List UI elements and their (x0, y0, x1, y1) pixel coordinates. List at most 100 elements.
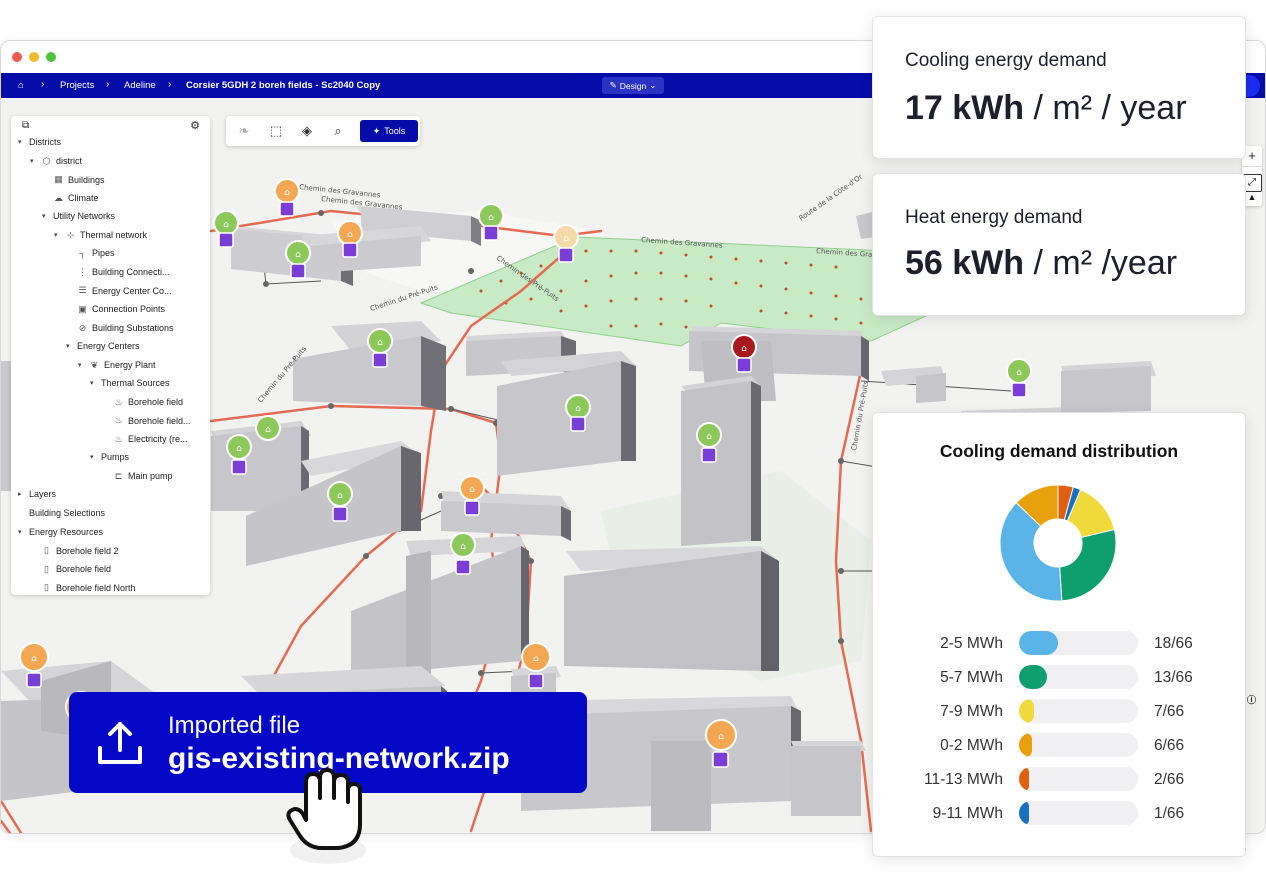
chevron-down-icon[interactable]: ▾ (78, 361, 85, 369)
chevron-down-icon[interactable]: ▾ (90, 453, 97, 461)
search-icon[interactable]: ⌕ (329, 122, 347, 140)
svg-text:⌂: ⌂ (533, 654, 539, 664)
tree-item[interactable]: ▣ Connection Points (66, 304, 165, 315)
chevron-down-icon[interactable]: ▾ (54, 231, 61, 239)
distribution-category-label: 9-11 MWh (932, 805, 1003, 822)
tree-item-icon: ⊏ (114, 470, 123, 481)
wrench-icon: ✦ (372, 125, 381, 136)
tree-item-label: Building Selections (29, 508, 106, 518)
tree-item[interactable]: ♨ Electricity (re... (102, 434, 188, 445)
design-mode-dropdown[interactable]: ✎ Design ⌄ (602, 77, 664, 94)
chevron-down-icon[interactable]: ▾ (30, 157, 37, 165)
tree-item[interactable]: ☰ Energy Center Co... (66, 285, 171, 296)
layers-icon[interactable]: ◈ (298, 122, 316, 140)
tree-item[interactable]: ▯ Borehole field 2 (30, 545, 119, 556)
svg-text:⌂: ⌂ (337, 491, 343, 501)
tree-item[interactable]: ▸ Layers (18, 489, 56, 499)
tree-item-label: Utility Networks (53, 211, 116, 222)
distribution-bar-track (1019, 665, 1138, 689)
chevron-down-icon[interactable]: ▾ (18, 138, 25, 146)
maximize-window-icon[interactable] (46, 52, 56, 62)
minimize-window-icon[interactable] (29, 52, 39, 62)
distribution-row: 2-5 MWh 18/66 (873, 631, 1245, 655)
chevron-right-icon[interactable]: ▸ (18, 490, 25, 498)
tree-item[interactable]: ▾ Pumps (90, 452, 129, 462)
distribution-count: 13/66 (1154, 669, 1193, 686)
tree-item-icon: ⬡ (42, 155, 51, 166)
tree-item-icon: ❦ (90, 359, 99, 370)
close-window-icon[interactable] (12, 52, 22, 62)
tree-item-label: Thermal network (80, 230, 148, 241)
donut-chart (999, 484, 1117, 602)
select-area-icon[interactable]: ⬚ (267, 122, 285, 140)
import-label: Imported file (168, 712, 301, 739)
chevron-down-icon[interactable]: ▾ (42, 212, 49, 220)
tree-item[interactable]: ▾ Thermal Sources (90, 378, 170, 388)
page-title: Corsier 5GDH 2 boreh fields - Sc2040 Cop… (186, 80, 381, 91)
tree-item[interactable]: ▦ Buildings (42, 174, 105, 185)
tree-item[interactable]: ♨ Borehole field... (102, 415, 190, 426)
tools-button[interactable]: ✦ Tools (360, 120, 418, 142)
tree-item-label: Buildings (68, 174, 105, 185)
distribution-category-label: 2-5 MWh (940, 635, 1003, 652)
distribution-bar (1019, 699, 1035, 723)
tree-item[interactable]: ▾ ❦ Energy Plant (78, 360, 156, 371)
home-icon[interactable]: ⌂ (18, 80, 24, 91)
tree-item[interactable]: ▾ Energy Centers (66, 341, 140, 351)
chevron-down-icon[interactable]: ▾ (90, 379, 97, 387)
map-toolbar: ❧ ⬚ ◈ ⌕ ✦ Tools (226, 116, 420, 146)
map-side-controls: ⓘ (1244, 680, 1264, 830)
svg-text:⌂: ⌂ (284, 188, 290, 198)
tree-item-label: Energy Centers (77, 341, 140, 352)
tree-item[interactable]: ⋮ Building Connecti... (66, 267, 170, 278)
svg-text:⌂: ⌂ (575, 404, 581, 414)
tree-item[interactable]: ▾ ⬡ district (30, 156, 82, 167)
tree-item-label: Main pump (128, 471, 173, 482)
cooling-energy-label: Cooling energy demand (905, 50, 1107, 71)
svg-text:⌂: ⌂ (347, 230, 353, 240)
tree-item-label: Thermal Sources (101, 378, 170, 389)
tree-item[interactable]: ▯ Borehole field North (30, 582, 136, 593)
distribution-bar (1019, 801, 1029, 825)
svg-text:⌂: ⌂ (706, 432, 712, 442)
tree-item-label: Energy Plant (104, 360, 156, 371)
tree-item-label: Borehole field (128, 397, 184, 408)
layers-tree-panel: ⧉ ⚙ ▾ Districts ▾ ⬡ district ▦ Buildings ☁ Clima… (11, 116, 210, 595)
svg-text:⌂: ⌂ (377, 338, 383, 348)
breadcrumb-projects[interactable]: Projects (60, 80, 94, 91)
gear-icon[interactable]: ⚙ (190, 119, 200, 132)
svg-text:⌂: ⌂ (1016, 368, 1022, 378)
tree-item[interactable]: ▯ Borehole field (30, 564, 111, 575)
tools-label: Tools (384, 126, 406, 136)
pencil-icon: ✎ (609, 80, 617, 90)
chevron-down-icon: ⌄ (649, 80, 657, 90)
distribution-bar-track (1019, 801, 1138, 825)
distribution-bar-track (1019, 767, 1138, 791)
distribution-count: 2/66 (1154, 771, 1185, 788)
distribution-bar-track (1019, 733, 1138, 757)
tree-item[interactable]: ⊏ Main pump (102, 471, 173, 482)
tree-item[interactable]: ┐ Pipes (66, 248, 114, 258)
chevron-down-icon[interactable]: ▾ (66, 342, 73, 350)
leaf-icon[interactable]: ❧ (235, 122, 253, 140)
chevron-right-icon: › (106, 79, 110, 90)
tree-item[interactable]: ▾ Energy Resources (18, 527, 103, 537)
tree-item-icon: ♨ (114, 415, 123, 426)
distribution-row: 11-13 MWh 2/66 (873, 767, 1245, 791)
chevron-down-icon[interactable]: ▾ (18, 528, 25, 536)
tree-item[interactable]: ♨ Borehole field (102, 397, 183, 408)
info-icon[interactable]: ⓘ (1247, 693, 1256, 706)
tree-item[interactable]: Building Selections (18, 508, 105, 518)
tree-item-label: Building Substations (92, 323, 174, 333)
distribution-count: 7/66 (1154, 703, 1185, 720)
tree-item[interactable]: ▾ Districts (18, 137, 61, 147)
tree-item[interactable]: ▾ Utility Networks (42, 211, 115, 221)
tree-item[interactable]: ▾ ⊹ Thermal network (54, 230, 147, 241)
tree-item-label: Electricity (re... (128, 434, 188, 445)
tree-item[interactable]: ☁ Climate (42, 193, 99, 204)
tree-item-icon: ♨ (114, 396, 123, 407)
tree-item[interactable]: ⊘ Building Substations (66, 323, 174, 334)
distribution-bar-track (1019, 631, 1138, 655)
breadcrumb-adeline[interactable]: Adeline (124, 80, 156, 91)
copy-icon[interactable]: ⧉ (22, 120, 29, 131)
